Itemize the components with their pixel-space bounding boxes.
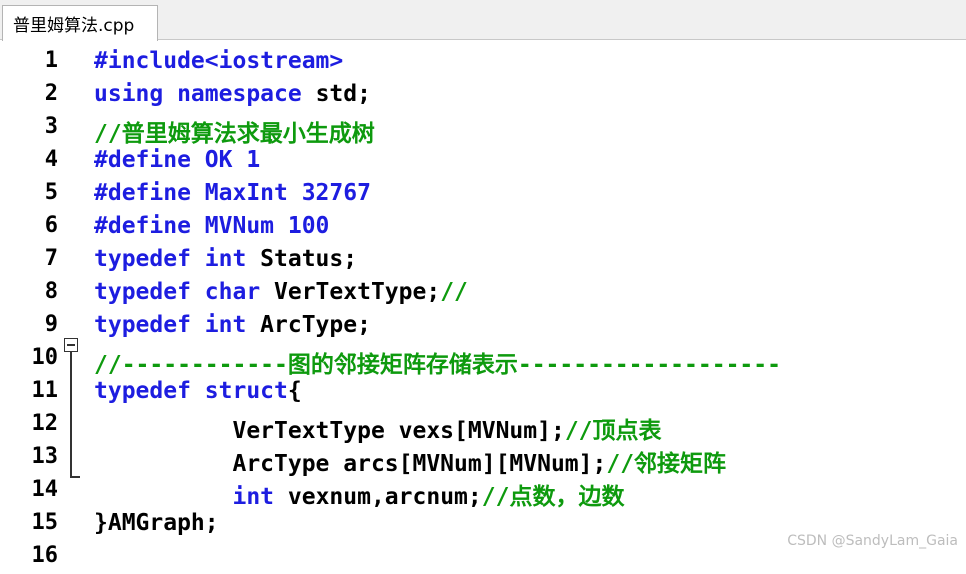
code-text: typedef char VerTextType;// xyxy=(94,279,468,305)
identifier-token: { xyxy=(287,378,302,404)
line-number: 13 xyxy=(31,444,59,469)
code-text: #define OK 1 xyxy=(94,147,260,173)
identifier-token: VerTextType vexs[MVNum]; xyxy=(94,418,565,444)
code-text: }AMGraph; xyxy=(94,510,219,536)
comment-token: //顶点表 xyxy=(564,418,662,444)
code-line[interactable]: 12 VerTextType vexs[MVNum];//顶点表 xyxy=(0,409,966,445)
line-number: 4 xyxy=(44,147,58,172)
code-line[interactable]: 6 #define MVNum 100 xyxy=(0,211,966,244)
line-number: 3 xyxy=(44,114,58,139)
code-line[interactable]: 2 using namespace std; xyxy=(0,79,966,112)
line-number: 9 xyxy=(44,312,58,337)
keyword-token: int xyxy=(232,484,288,510)
comment-token: //点数，边数 xyxy=(481,484,625,510)
file-tab-label: 普里姆算法.cpp xyxy=(13,16,135,36)
identifier-token: VerTextType; xyxy=(274,279,441,305)
line-number: 1 xyxy=(44,48,58,73)
keyword-token: #include<iostream> xyxy=(94,48,344,74)
tab-bar: 普里姆算法.cpp xyxy=(0,0,966,41)
identifier-token: std; xyxy=(315,81,371,107)
identifier-token: ArcType arcs[MVNum][MVNum]; xyxy=(94,451,607,477)
code-editor[interactable]: 1 #include<iostream> 2 using namespace std;… xyxy=(0,46,966,568)
comment-token: // xyxy=(440,279,468,305)
identifier-token: Status; xyxy=(260,246,358,272)
keyword-token: #define MaxInt 32767 xyxy=(94,180,371,206)
code-line[interactable]: 4 #define OK 1 xyxy=(0,145,966,178)
comment-token: //普里姆算法求最小生成树 xyxy=(94,121,375,147)
line-number: 14 xyxy=(31,477,59,502)
code-text: typedef int ArcType; xyxy=(94,312,371,338)
file-tab[interactable]: 普里姆算法.cpp xyxy=(2,5,158,41)
keyword-token: typedef int xyxy=(94,246,261,272)
code-text: #define MaxInt 32767 xyxy=(94,180,371,206)
identifier-token xyxy=(94,484,232,510)
code-line[interactable]: 13 ArcType arcs[MVNum][MVNum];//邻接矩阵 xyxy=(0,442,966,478)
code-text: //------------图的邻接矩阵存储表示----------------… xyxy=(94,345,781,379)
fold-guide-line xyxy=(70,352,72,478)
code-text: typedef int Status; xyxy=(94,246,357,272)
identifier-token: vexnum,arcnum; xyxy=(287,484,482,510)
code-text: ArcType arcs[MVNum][MVNum];//邻接矩阵 xyxy=(94,444,726,478)
code-line[interactable]: 11 typedef struct{ xyxy=(0,376,966,409)
identifier-token: ArcType; xyxy=(260,312,371,338)
code-text: typedef struct{ xyxy=(94,378,302,404)
comment-token: //邻接矩阵 xyxy=(606,451,727,477)
code-line[interactable]: 7 typedef int Status; xyxy=(0,244,966,277)
line-number: 7 xyxy=(44,246,58,271)
keyword-token: typedef char xyxy=(94,279,275,305)
watermark: CSDN @SandyLam_Gaia xyxy=(787,533,958,549)
line-number: 8 xyxy=(44,279,58,304)
line-number: 11 xyxy=(31,378,59,403)
code-line[interactable]: 14 int vexnum,arcnum;//点数，边数 xyxy=(0,475,966,511)
code-line[interactable]: 1 #include<iostream> xyxy=(0,46,966,79)
code-text: #include<iostream> xyxy=(94,48,343,74)
code-text: #define MVNum 100 xyxy=(94,213,329,239)
code-line[interactable]: 8 typedef char VerTextType;// xyxy=(0,277,966,310)
code-line[interactable]: 5 #define MaxInt 32767 xyxy=(0,178,966,211)
code-text: using namespace std; xyxy=(94,81,371,107)
line-number: 6 xyxy=(44,213,58,238)
code-line[interactable]: 9 typedef int ArcType; xyxy=(0,310,966,343)
identifier-token: }AMGraph; xyxy=(94,510,219,536)
line-number: 12 xyxy=(31,411,59,436)
code-text: int vexnum,arcnum;//点数，边数 xyxy=(94,477,624,511)
line-number: 16 xyxy=(31,543,59,568)
fold-guide-end xyxy=(70,476,80,478)
keyword-token: typedef struct xyxy=(94,378,288,404)
line-number: 10 xyxy=(31,345,59,370)
comment-token: //------------图的邻接矩阵存储表示----------------… xyxy=(94,352,781,378)
line-number: 5 xyxy=(44,180,58,205)
line-number: 15 xyxy=(31,510,59,535)
code-text: VerTextType vexs[MVNum];//顶点表 xyxy=(94,411,662,445)
keyword-token: #define MVNum 100 xyxy=(94,213,330,239)
fold-collapse-icon[interactable] xyxy=(64,338,78,352)
line-number: 2 xyxy=(44,81,58,106)
keyword-token: #define OK 1 xyxy=(94,147,261,173)
code-line[interactable]: 3 //普里姆算法求最小生成树 xyxy=(0,112,966,148)
keyword-token: typedef int xyxy=(94,312,261,338)
keyword-token: using namespace xyxy=(94,81,316,107)
code-text: //普里姆算法求最小生成树 xyxy=(94,114,375,148)
code-line[interactable]: 10 //------------图的邻接矩阵存储表示--------------… xyxy=(0,343,966,379)
